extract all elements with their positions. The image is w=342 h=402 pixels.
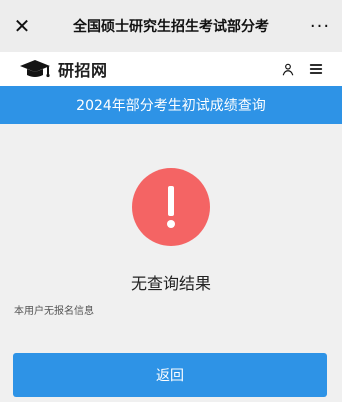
brand[interactable]: 研招网 <box>18 57 108 81</box>
graduation-cap-icon <box>18 58 52 80</box>
wechat-top-bar: ✕ 全国硕士研究生招生考试部分考 ··· <box>0 0 342 52</box>
query-banner: 2024年部分考生初试成绩查询 <box>0 86 342 124</box>
user-icon[interactable] <box>280 61 296 77</box>
header-actions <box>280 61 324 77</box>
back-button-label: 返回 <box>156 368 184 384</box>
banner-title: 2024年部分考生初试成绩查询 <box>76 98 266 114</box>
more-icon[interactable]: ··· <box>298 0 342 52</box>
menu-icon[interactable] <box>308 61 324 77</box>
brand-text: 研招网 <box>58 61 108 80</box>
page-title: 全国硕士研究生招生考试部分考 <box>73 19 269 35</box>
result-detail: 本用户无报名信息 <box>14 306 94 317</box>
exclamation-icon <box>132 168 210 246</box>
site-header: 研招网 <box>0 52 342 86</box>
close-icon[interactable]: ✕ <box>0 0 44 52</box>
result-title: 无查询结果 <box>130 274 211 293</box>
back-button[interactable]: 返回 <box>13 353 327 397</box>
result-content: 无查询结果 本用户无报名信息 返回 <box>0 124 342 402</box>
